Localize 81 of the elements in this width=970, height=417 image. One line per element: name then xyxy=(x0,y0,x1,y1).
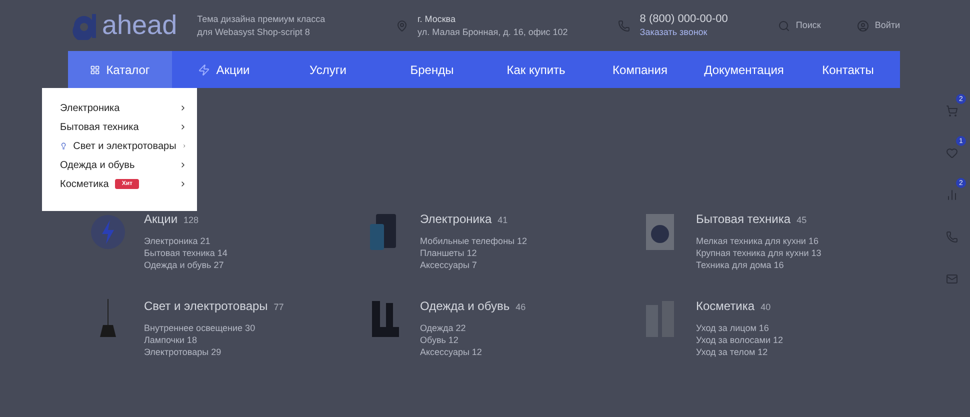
chevron-icon xyxy=(179,104,187,112)
category-title[interactable]: Бытовая техника xyxy=(696,212,791,226)
category-count: 41 xyxy=(498,215,508,225)
phone-number: 8 (800) 000-00-00 xyxy=(640,12,728,26)
logo-text: ahead xyxy=(102,10,178,41)
menu-item[interactable]: Бытовая техника xyxy=(60,121,187,133)
menu-item-label: Одежда и обувь xyxy=(60,160,135,170)
chevron-icon xyxy=(179,161,187,169)
lightning-icon xyxy=(198,64,210,76)
nav-label: Как купить xyxy=(506,62,566,76)
nav-label: Услуги xyxy=(310,62,346,76)
nav-tab[interactable]: Каталог xyxy=(68,51,172,88)
tagline: Тема дизайна премиум класса для Webasyst Shop-script 8 xyxy=(197,12,326,38)
subcategory-link[interactable]: Электротовары 29 xyxy=(144,346,284,358)
menu-item[interactable]: Электроника xyxy=(60,102,187,114)
menu-item-label: Свет и электротовары xyxy=(73,140,176,152)
category-count: 77 xyxy=(274,302,284,312)
category-title[interactable]: Одежда и обувь xyxy=(420,299,510,313)
search-link[interactable]: Поиск xyxy=(796,19,821,32)
subcategory-link[interactable]: Обувь 12 xyxy=(420,334,526,346)
subcategory-link[interactable]: Электроника 21 xyxy=(144,235,228,247)
subcategory-link[interactable]: Бытовая техника 14 xyxy=(144,247,228,259)
subcategory-link[interactable]: Лампочки 18 xyxy=(144,334,284,346)
grid-icon xyxy=(90,64,100,74)
menu-item-label: Косметика xyxy=(60,178,109,190)
search-icon[interactable] xyxy=(778,20,790,32)
subcategory-link[interactable]: Уход за телом 12 xyxy=(696,346,783,358)
nav-label: Компания xyxy=(612,62,668,76)
category-count: 46 xyxy=(516,302,526,312)
nav-tab[interactable]: Контакты xyxy=(796,51,900,88)
menu-item-label: Электроника xyxy=(60,102,120,114)
login-link[interactable]: Войти xyxy=(874,19,900,32)
category-count: 128 xyxy=(184,215,199,225)
nav-label: Документация xyxy=(704,62,784,76)
user-icon[interactable] xyxy=(856,20,869,32)
nav-tab[interactable]: Акции xyxy=(172,51,276,88)
nav-label: Каталог xyxy=(106,62,150,76)
address: ул. Малая Бронная, д. 16, офис 102 xyxy=(418,26,568,38)
subcategory-link[interactable]: Техника для дома 16 xyxy=(696,259,822,271)
chevron-icon xyxy=(179,180,187,188)
subcategory-link[interactable]: Одежда и обувь 27 xyxy=(144,259,228,271)
menu-item-label: Бытовая техника xyxy=(60,122,139,132)
nav-label: Контакты xyxy=(822,62,874,76)
subcategory-link[interactable]: Мелкая техника для кухни 16 xyxy=(696,235,822,247)
cart-icon[interactable] xyxy=(946,105,958,117)
nav-label: Бренды xyxy=(410,62,454,76)
nav-label: Акции xyxy=(216,62,250,76)
subcategory-link[interactable]: Крупная техника для кухни 13 xyxy=(696,247,822,259)
category-title[interactable]: Электроника xyxy=(420,212,492,226)
bar-chart-icon[interactable] xyxy=(946,189,958,201)
menu-item[interactable]: Одежда и обувь xyxy=(60,159,187,171)
lightbulb-icon xyxy=(60,140,68,152)
phone-icon[interactable] xyxy=(946,231,958,243)
nav-tab[interactable]: Бренды xyxy=(380,51,484,88)
chevron-icon xyxy=(179,123,187,131)
subcategory-link[interactable]: Внутреннее освещение 30 xyxy=(144,322,284,334)
subcategory-link[interactable]: Уход за волосами 12 xyxy=(696,334,783,346)
category-title[interactable]: Косметика xyxy=(696,299,755,313)
chevron-icon xyxy=(182,142,187,150)
menu-item[interactable]: Свет и электротовары xyxy=(60,140,187,152)
phone-icon xyxy=(618,20,630,32)
city: г. Москва xyxy=(418,12,456,26)
logo-icon xyxy=(70,12,98,40)
category-count: 45 xyxy=(796,215,807,225)
mail-icon[interactable] xyxy=(946,273,958,285)
nav-tab[interactable]: Документация xyxy=(692,51,796,88)
location-icon xyxy=(396,20,408,32)
category-count: 40 xyxy=(760,302,771,312)
callback-link[interactable]: Заказать звонок xyxy=(640,26,728,38)
heart-icon[interactable] xyxy=(946,147,958,159)
subcategory-link[interactable]: Одежда 22 xyxy=(420,322,526,334)
subcategory-link[interactable]: Уход за лицом 16 xyxy=(696,322,783,334)
nav-tab[interactable]: Как купить xyxy=(484,51,588,88)
subcategory-link[interactable]: Мобильные телефоны 12 xyxy=(420,235,528,247)
category-title[interactable]: Свет и электротовары xyxy=(144,299,268,313)
nav-tab[interactable]: Услуги xyxy=(276,51,380,88)
category-title[interactable]: Акции xyxy=(144,212,178,226)
nav-tab[interactable]: Компания xyxy=(588,51,692,88)
subcategory-link[interactable]: Планшеты 12 xyxy=(420,247,528,259)
subcategory-link[interactable]: Аксессуары 12 xyxy=(420,346,526,358)
subcategory-link[interactable]: Аксессуары 7 xyxy=(420,259,528,271)
